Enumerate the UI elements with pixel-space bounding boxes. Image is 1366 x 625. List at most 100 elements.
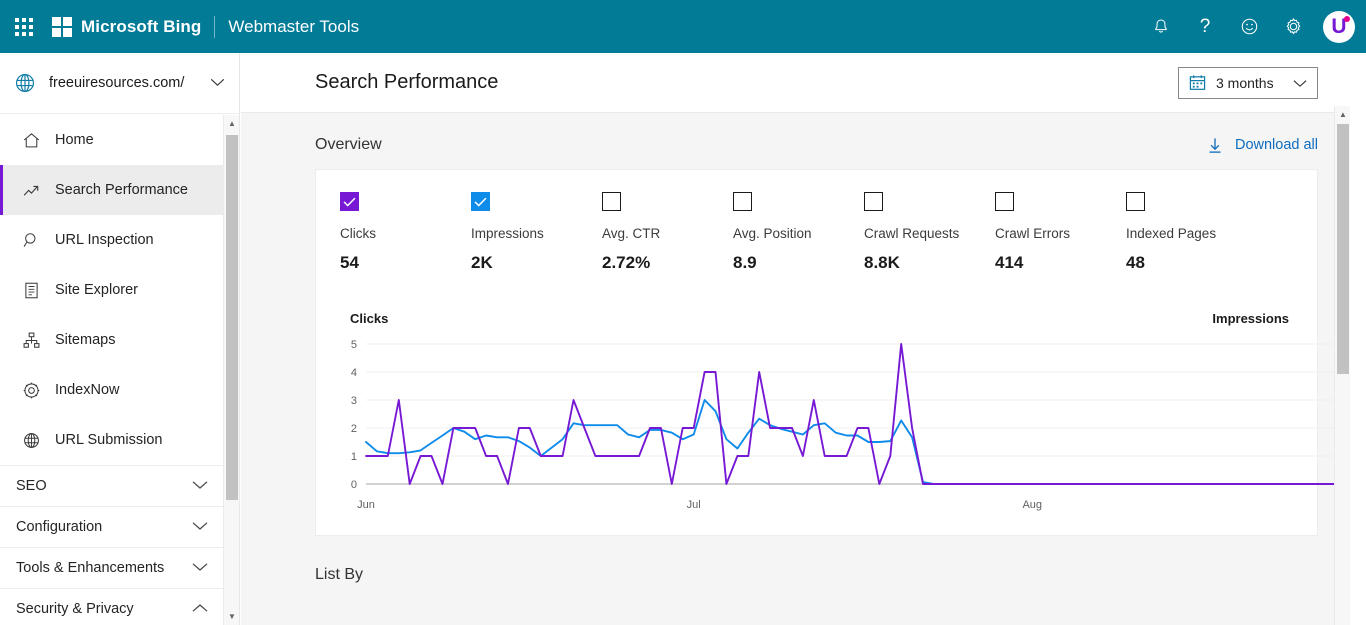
sidebar-group-label: Security & Privacy — [16, 601, 134, 617]
sidebar-item-label: IndexNow — [55, 382, 119, 398]
notifications-button[interactable] — [1139, 0, 1183, 53]
sidebar-item-label: Sitemaps — [55, 332, 115, 348]
metric-crawl-requests: Crawl Requests 8.8K — [864, 192, 995, 273]
sidebar-item-indexnow[interactable]: IndexNow — [0, 365, 224, 415]
magnifier-icon — [20, 229, 42, 251]
metric-value: 8.8K — [864, 253, 995, 273]
download-all-label: Download all — [1235, 137, 1318, 153]
chevron-down-icon — [210, 74, 225, 92]
sidebar-group-seo[interactable]: SEO — [0, 465, 224, 506]
globe-icon — [14, 72, 36, 94]
svg-text:5: 5 — [351, 339, 357, 351]
metric-value: 8.9 — [733, 253, 864, 273]
app-launcher-icon — [15, 18, 33, 36]
brand-divider — [214, 16, 215, 38]
settings-button[interactable] — [1271, 0, 1315, 53]
top-navigation-bar: Microsoft Bing Webmaster Tools ? — [0, 0, 1366, 53]
metric-checkbox-crawl-errors[interactable] — [995, 192, 1014, 211]
site-selector[interactable]: freeuiresources.com/ — [0, 53, 239, 114]
metric-label: Clicks — [340, 226, 471, 241]
bell-icon — [1152, 18, 1170, 36]
metric-label: Indexed Pages — [1126, 226, 1257, 241]
metric-checkbox-indexed-pages[interactable] — [1126, 192, 1145, 211]
metric-label: Avg. CTR — [602, 226, 733, 241]
sidebar-scrollbar-thumb[interactable] — [226, 135, 238, 500]
scroll-up-arrow-icon[interactable]: ▲ — [224, 115, 240, 132]
svg-text:Jun: Jun — [357, 499, 375, 511]
sidebar-item-site-explorer[interactable]: Site Explorer — [0, 265, 224, 315]
svg-text:4: 4 — [351, 367, 357, 379]
metric-crawl-errors: Crawl Errors 414 — [995, 192, 1126, 273]
sidebar-item-label: Search Performance — [55, 182, 188, 198]
metrics-row: Clicks 54 Impressions 2K — [336, 188, 1297, 273]
metric-label: Avg. Position — [733, 226, 864, 241]
user-avatar[interactable]: U — [1323, 11, 1355, 43]
svg-text:Jul: Jul — [687, 499, 701, 511]
download-all-button[interactable]: Download all — [1207, 137, 1318, 154]
sidebar-item-label: URL Inspection — [55, 232, 154, 248]
metric-checkbox-avg-position[interactable] — [733, 192, 752, 211]
sidebar-item-url-submission[interactable]: URL Submission — [0, 415, 224, 465]
metric-value: 414 — [995, 253, 1126, 273]
svg-text:1: 1 — [351, 451, 357, 463]
metric-label: Crawl Errors — [995, 226, 1126, 241]
metric-checkbox-crawl-requests[interactable] — [864, 192, 883, 211]
help-icon: ? — [1200, 17, 1211, 36]
metric-checkbox-clicks[interactable] — [340, 192, 359, 211]
sidebar-item-url-inspection[interactable]: URL Inspection — [0, 215, 224, 265]
check-icon — [474, 197, 487, 207]
app-launcher-button[interactable] — [0, 0, 48, 53]
list-document-icon — [20, 279, 42, 301]
list-by-title: List By — [315, 536, 1318, 584]
sidebar-group-configuration[interactable]: Configuration — [0, 506, 224, 547]
overview-header: Overview Download all — [315, 113, 1318, 169]
metric-value: 2K — [471, 253, 602, 273]
home-icon — [20, 129, 42, 151]
main-scrollbar-thumb[interactable] — [1337, 124, 1349, 374]
metric-indexed-pages: Indexed Pages 48 — [1126, 192, 1257, 273]
feedback-button[interactable] — [1227, 0, 1271, 53]
help-button[interactable]: ? — [1183, 0, 1227, 53]
avatar-status-dot — [1344, 16, 1350, 22]
metric-clicks: Clicks 54 — [340, 192, 471, 273]
gear-icon — [1284, 17, 1303, 36]
metric-checkbox-impressions[interactable] — [471, 192, 490, 211]
date-range-picker[interactable]: 3 months — [1178, 67, 1318, 99]
product-name: Webmaster Tools — [228, 17, 359, 37]
sidebar-item-home[interactable]: Home — [0, 115, 224, 165]
metric-impressions: Impressions 2K — [471, 192, 602, 273]
sidebar-group-label: SEO — [16, 478, 47, 494]
metric-avg-position: Avg. Position 8.9 — [733, 192, 864, 273]
trending-up-icon — [20, 179, 42, 201]
sidebar-group-tools-enhancements[interactable]: Tools & Enhancements — [0, 547, 224, 588]
sidebar-group-label: Tools & Enhancements — [16, 560, 164, 576]
globe-icon — [20, 429, 42, 451]
sidebar-group-security-privacy[interactable]: Security & Privacy — [0, 588, 224, 625]
metric-checkbox-avg-ctr[interactable] — [602, 192, 621, 211]
chevron-down-icon — [192, 478, 208, 494]
date-range-value: 3 months — [1216, 75, 1274, 91]
sitemap-icon — [20, 329, 42, 351]
scroll-down-arrow-icon[interactable]: ▼ — [224, 608, 240, 625]
brand-name: Microsoft Bing — [81, 17, 201, 37]
sidebar-item-label: Home — [55, 132, 94, 148]
sidebar-item-label: Site Explorer — [55, 282, 138, 298]
sidebar-nav-list: Home Search Performance URL Inspection S… — [0, 115, 224, 625]
topbar-actions: ? U — [1139, 0, 1366, 53]
bing-logo[interactable]: Microsoft Bing — [52, 17, 201, 37]
metric-label: Impressions — [471, 226, 602, 241]
main-scrollbar[interactable]: ▲ ▼ — [1334, 106, 1350, 625]
sidebar-item-sitemaps[interactable]: Sitemaps — [0, 315, 224, 365]
check-icon — [343, 197, 356, 207]
chart-svg: 0123450306090120150JunJulAug — [336, 332, 1350, 522]
page-header: Search Performance 3 months — [241, 53, 1350, 113]
calendar-icon — [1189, 74, 1206, 91]
metric-label: Crawl Requests — [864, 226, 995, 241]
chart-left-axis-title: Clicks — [350, 311, 388, 326]
svg-text:0: 0 — [351, 479, 357, 491]
metric-value: 48 — [1126, 253, 1257, 273]
overview-title: Overview — [315, 136, 382, 154]
sidebar-item-search-performance[interactable]: Search Performance — [0, 165, 224, 215]
scroll-up-arrow-icon[interactable]: ▲ — [1335, 106, 1350, 123]
sidebar-scrollbar[interactable]: ▲ ▼ — [223, 115, 239, 625]
